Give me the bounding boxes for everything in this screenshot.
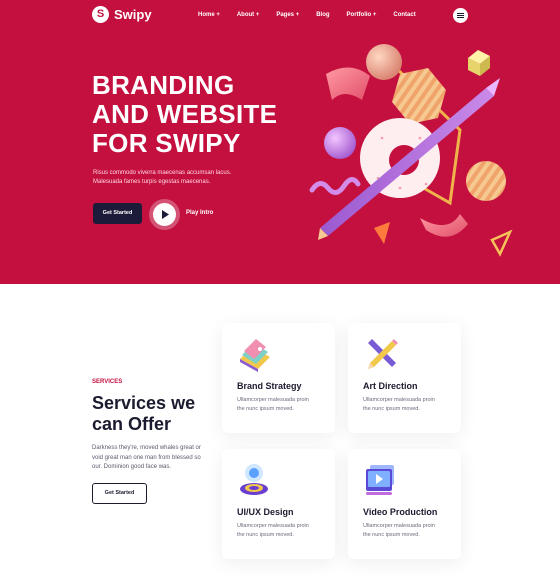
hamburger-icon — [457, 13, 464, 14]
service-card-title: Video Production — [363, 507, 438, 517]
nav-item-home[interactable]: Home + — [198, 12, 220, 18]
pink-cylinder-shape — [326, 67, 370, 100]
triangle-outline-shape — [490, 229, 513, 257]
services-get-started-button[interactable]: Get Started — [92, 483, 147, 504]
cube-shape — [468, 50, 490, 76]
service-card-description-line: the nunc ipsum moved. — [363, 531, 420, 538]
service-card-description-line: Ullamcorper malesuada proin — [237, 397, 309, 403]
main-menu: Home + About + Pages + Blog Portfolio + … — [198, 12, 433, 18]
hexagon-shape — [392, 68, 446, 124]
hero-3d-artwork — [309, 44, 513, 257]
service-card-description-line: the nunc ipsum moved. — [237, 531, 294, 538]
left-sphere — [324, 127, 356, 159]
hamburger-icon-line — [457, 17, 464, 18]
service-card-description-line: Ullamcorper malesuada proin — [363, 397, 435, 403]
hero-title: BRANDING AND WEBSITE FOR SWIPY — [92, 71, 322, 158]
hero-subtitle: Risus commodo viverra maecenas accumsan … — [93, 169, 263, 187]
service-card-title: Art Direction — [363, 381, 418, 391]
service-card-brand-strategy[interactable]: Brand Strategy Ullamcorper malesuada pro… — [222, 323, 335, 433]
hero-title-line: AND WEBSITE — [92, 99, 278, 129]
services-description: Darkness they're, moved whales great or … — [92, 444, 210, 473]
hero-section: S Swipy Home + About + Pages + Blog Port… — [0, 0, 560, 284]
services-label: SERVICES — [92, 379, 123, 385]
service-card-description-line: the nunc ipsum moved. — [363, 405, 420, 412]
services-title-line: Services we — [92, 393, 196, 413]
nav-item-contact[interactable]: Contact — [393, 12, 415, 18]
hero-title-line: BRANDING — [92, 70, 235, 100]
services-title-line: can Offer — [92, 414, 172, 434]
service-card-description: Ullamcorper malesuada proin the nunc ips… — [237, 396, 327, 413]
nav-item-blog[interactable]: Blog — [316, 12, 329, 18]
ring-design-icon — [240, 464, 268, 495]
hero-subtitle-line: Risus commodo viverra maecenas accumsan … — [93, 170, 232, 176]
play-intro-label[interactable]: Play Intro — [186, 210, 213, 216]
services-description-line: our. Dominion good face was. — [92, 464, 172, 470]
pyramid-shape — [374, 222, 390, 244]
service-card-description-line: the nunc ipsum moved. — [237, 405, 294, 412]
services-title: Services we can Offer — [92, 393, 212, 435]
brand-logo[interactable]: S Swipy — [92, 6, 152, 23]
service-card-description: Ullamcorper malesuada proin the nunc ips… — [363, 396, 453, 413]
services-description-line: Darkness they're, moved whales great or — [92, 445, 201, 451]
nav-item-pages[interactable]: Pages + — [276, 12, 299, 18]
service-card-uiux-design[interactable]: UI/UX Design Ullamcorper malesuada proin… — [222, 449, 335, 559]
services-description-line: void great man one man from blessed so — [92, 454, 201, 461]
wave-shape — [309, 177, 361, 195]
top-navigation: S Swipy Home + About + Pages + Blog Port… — [0, 0, 560, 30]
hamburger-icon-line — [457, 15, 464, 16]
hamburger-menu-button[interactable] — [453, 8, 468, 23]
play-icon — [153, 203, 176, 226]
brand-name: Swipy — [114, 7, 152, 22]
service-card-title: UI/UX Design — [237, 507, 294, 517]
nav-item-about[interactable]: About + — [237, 12, 260, 18]
service-card-description: Ullamcorper malesuada proin the nunc ips… — [237, 522, 327, 539]
service-card-video-production[interactable]: Video Production Ullamcorper malesuada p… — [348, 449, 461, 559]
video-player-icon — [366, 465, 394, 495]
logo-icon: S — [92, 6, 109, 23]
play-intro-button[interactable] — [149, 199, 180, 230]
hero-subtitle-line: Malesuada fames turpis egestas maecenas. — [93, 179, 211, 185]
pencil-ruler-icon — [368, 339, 398, 369]
service-card-art-direction[interactable]: Art Direction Ullamcorper malesuada proi… — [348, 323, 461, 433]
pink-arc-shape — [420, 214, 468, 237]
hero-title-line: FOR SWIPY — [92, 128, 241, 158]
service-card-description-line: Ullamcorper malesuada proin — [363, 523, 435, 529]
right-sphere — [466, 161, 506, 201]
top-sphere — [366, 44, 402, 80]
nav-item-portfolio[interactable]: Portfolio + — [347, 12, 377, 18]
service-card-description-line: Ullamcorper malesuada proin — [237, 523, 309, 529]
palette-swatch-icon — [240, 339, 270, 372]
service-card-title: Brand Strategy — [237, 381, 302, 391]
hero-get-started-button[interactable]: Get Started — [93, 203, 142, 224]
service-card-description: Ullamcorper malesuada proin the nunc ips… — [363, 522, 453, 539]
